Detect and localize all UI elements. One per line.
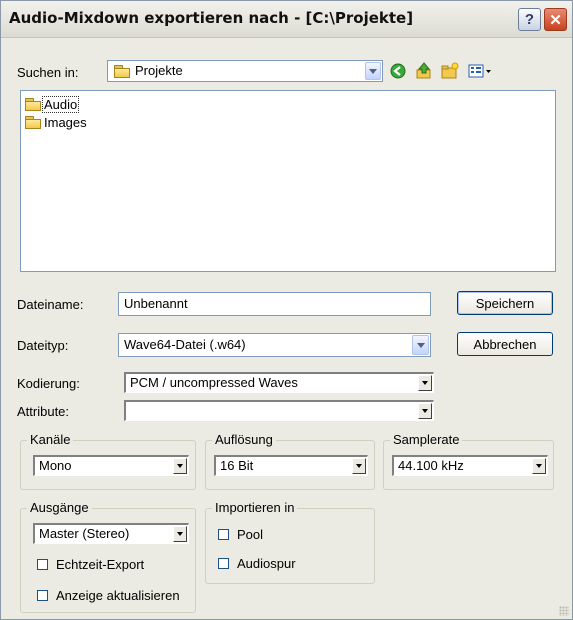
audio-track-label: Audiospur bbox=[237, 556, 296, 571]
help-button[interactable]: ? bbox=[518, 8, 541, 31]
outputs-group: Ausgänge Master (Stereo) Echtzeit-Export… bbox=[20, 500, 196, 613]
update-display-checkbox[interactable]: Anzeige aktualisieren bbox=[37, 588, 180, 603]
file-list[interactable]: Audio Images bbox=[20, 90, 556, 272]
encoding-select[interactable]: PCM / uncompressed Waves bbox=[124, 372, 434, 393]
attributes-select[interactable] bbox=[124, 400, 434, 421]
channels-select[interactable]: Mono bbox=[33, 455, 189, 476]
lookin-select[interactable]: Projekte bbox=[107, 60, 383, 82]
channels-group: Kanäle Mono bbox=[20, 432, 196, 490]
list-item[interactable]: Audio bbox=[25, 95, 80, 113]
chevron-down-icon[interactable] bbox=[173, 526, 187, 542]
pool-label: Pool bbox=[237, 527, 264, 542]
resolution-select[interactable]: 16 Bit bbox=[214, 455, 368, 476]
file-name: Audio bbox=[41, 95, 80, 113]
close-button[interactable]: ✕ bbox=[544, 8, 567, 31]
lookin-value: Projekte bbox=[135, 63, 183, 78]
export-dialog: Audio-Mixdown exportieren nach - [C:\Pro… bbox=[0, 0, 573, 620]
save-button[interactable]: Speichern bbox=[457, 291, 553, 315]
samplerate-select[interactable]: 44.100 kHz bbox=[392, 455, 548, 476]
channels-value: Mono bbox=[39, 458, 72, 473]
folder-icon bbox=[25, 98, 41, 111]
file-name: Images bbox=[44, 114, 87, 130]
realtime-export-label: Echtzeit-Export bbox=[56, 557, 145, 572]
resize-grip-icon[interactable] bbox=[559, 606, 569, 616]
outputs-value: Master (Stereo) bbox=[39, 526, 130, 541]
chevron-down-icon[interactable] bbox=[173, 458, 187, 474]
chevron-down-icon[interactable] bbox=[532, 458, 546, 474]
filetype-label: Dateityp: bbox=[17, 338, 69, 353]
realtime-export-checkbox[interactable]: Echtzeit-Export bbox=[37, 557, 144, 572]
checkbox-box[interactable] bbox=[37, 590, 48, 601]
outputs-legend: Ausgänge bbox=[27, 500, 92, 515]
audio-track-checkbox[interactable]: Audiospur bbox=[218, 556, 296, 571]
up-folder-icon[interactable] bbox=[415, 62, 433, 80]
import-group: Importieren in Pool Audiospur bbox=[205, 500, 375, 584]
filename-label: Dateiname: bbox=[17, 297, 84, 312]
list-item[interactable]: Images bbox=[25, 114, 88, 130]
checkbox-box[interactable] bbox=[37, 559, 48, 570]
samplerate-group: Samplerate 44.100 kHz bbox=[383, 432, 554, 490]
update-display-label: Anzeige aktualisieren bbox=[56, 588, 180, 603]
window-title: Audio-Mixdown exportieren nach - [C:\Pro… bbox=[9, 9, 414, 27]
filetype-select[interactable]: Wave64-Datei (.w64) bbox=[118, 333, 431, 357]
cancel-button[interactable]: Abbrechen bbox=[457, 332, 553, 356]
checkbox-box[interactable] bbox=[218, 529, 229, 540]
chevron-down-icon[interactable] bbox=[418, 403, 432, 419]
resolution-value: 16 Bit bbox=[220, 458, 254, 473]
filetype-value: Wave64-Datei (.w64) bbox=[124, 337, 246, 352]
chevron-down-icon[interactable] bbox=[365, 62, 381, 80]
channels-legend: Kanäle bbox=[27, 432, 74, 447]
outputs-select[interactable]: Master (Stereo) bbox=[33, 523, 189, 544]
chevron-down-icon[interactable] bbox=[352, 458, 366, 474]
lookin-label: Suchen in: bbox=[17, 65, 79, 80]
back-icon[interactable] bbox=[389, 62, 407, 80]
import-legend: Importieren in bbox=[212, 500, 298, 515]
folder-icon bbox=[25, 116, 41, 129]
chevron-down-icon[interactable] bbox=[412, 335, 429, 355]
samplerate-value: 44.100 kHz bbox=[398, 458, 464, 473]
pool-checkbox[interactable]: Pool bbox=[218, 527, 263, 542]
filename-value: Unbenannt bbox=[124, 296, 188, 311]
new-folder-icon[interactable] bbox=[441, 62, 459, 80]
folder-icon bbox=[114, 65, 130, 78]
filename-input[interactable]: Unbenannt bbox=[118, 292, 431, 316]
attributes-label: Attribute: bbox=[17, 404, 70, 419]
chevron-down-icon[interactable] bbox=[418, 375, 432, 391]
resolution-legend: Auflösung bbox=[212, 432, 276, 447]
encoding-value: PCM / uncompressed Waves bbox=[130, 375, 298, 390]
encoding-label: Kodierung: bbox=[17, 376, 80, 391]
view-menu-icon[interactable] bbox=[468, 62, 492, 80]
samplerate-legend: Samplerate bbox=[390, 432, 463, 447]
checkbox-box[interactable] bbox=[218, 558, 229, 569]
title-bar[interactable]: Audio-Mixdown exportieren nach - [C:\Pro… bbox=[1, 1, 572, 38]
resolution-group: Auflösung 16 Bit bbox=[205, 432, 375, 490]
